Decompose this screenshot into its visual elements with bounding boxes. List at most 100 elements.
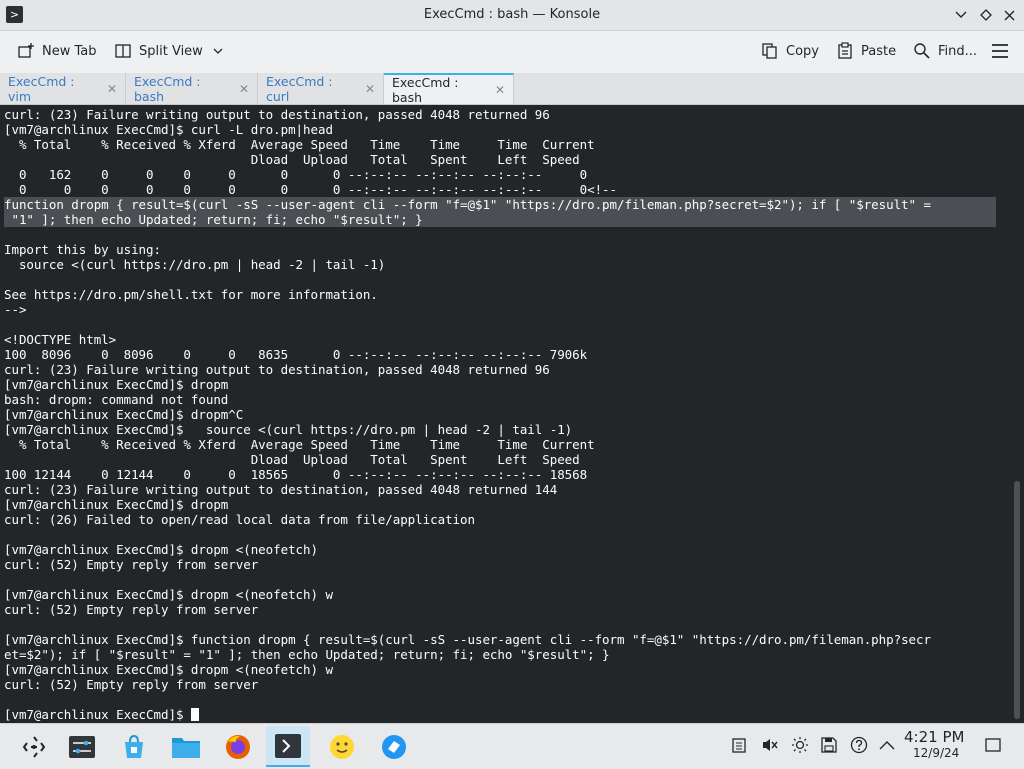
- paste-label: Paste: [861, 43, 897, 59]
- terminal-line-text: curl: (23) Failure writing output to des…: [4, 482, 558, 497]
- terminal-view[interactable]: curl: (23) Failure writing output to des…: [0, 105, 1024, 723]
- terminal-line: [vm7@archlinux ExecCmd]$ function dropm …: [4, 632, 1004, 647]
- terminal-line-text: Import this by using:: [4, 242, 161, 257]
- window-title: ExecCmd : bash — Konsole: [423, 7, 601, 22]
- toolbar: New Tab Split View Copy Paste Find...: [0, 31, 1024, 73]
- terminal-line-text: source <(curl https://dro.pm | head -2 |…: [4, 257, 386, 272]
- terminal-line-text: bash: dropm: command not found: [4, 392, 229, 407]
- clipboard-icon[interactable]: [730, 736, 748, 754]
- terminal-line: -->: [4, 302, 1004, 317]
- terminal-line-text: curl: (23) Failure writing output to des…: [4, 107, 550, 122]
- terminal-line: [vm7@archlinux ExecCmd]$ source <(curl h…: [4, 422, 1004, 437]
- network-tool-icon[interactable]: [372, 726, 416, 767]
- terminal-line: Import this by using:: [4, 242, 1004, 257]
- tab-execcmd-vim[interactable]: ExecCmd : vim ✕: [0, 73, 126, 104]
- terminal-line: <!DOCTYPE html>: [4, 332, 1004, 347]
- brightness-icon[interactable]: [791, 736, 809, 754]
- terminal-line: See https://dro.pm/shell.txt for more in…: [4, 287, 1004, 302]
- terminal-line-text: 100 12144 0 12144 0 0 18565 0 --:--:-- -…: [4, 467, 588, 482]
- close-tab-icon[interactable]: ✕: [365, 82, 375, 96]
- terminal-line: [vm7@archlinux ExecCmd]$ dropm <(neofetc…: [4, 587, 1004, 602]
- tab-execcmd-bash[interactable]: ExecCmd : bash ✕: [126, 73, 258, 104]
- hamburger-menu-icon[interactable]: [990, 39, 1010, 63]
- copy-label: Copy: [786, 43, 819, 59]
- terminal-line-text: [vm7@archlinux ExecCmd]$ function dropm …: [4, 632, 931, 647]
- terminal-line-text: 0 162 0 0 0 0 0 0 --:--:-- --:--:-- --:-…: [4, 167, 588, 182]
- split-view-icon: [113, 41, 133, 61]
- find-button[interactable]: Find...: [912, 39, 977, 63]
- terminal-line: [vm7@archlinux ExecCmd]$ dropm <(neofetc…: [4, 542, 1004, 557]
- copy-button[interactable]: Copy: [760, 39, 819, 63]
- terminal-line-text: % Total % Received % Xferd Average Speed…: [4, 437, 595, 452]
- terminal-line-text: curl: (26) Failed to open/read local dat…: [4, 512, 475, 527]
- terminal-line-text: curl: (52) Empty reply from server: [4, 557, 259, 572]
- close-tab-icon[interactable]: ✕: [107, 82, 117, 96]
- paste-button[interactable]: Paste: [835, 39, 896, 63]
- terminal-line: 100 12144 0 12144 0 0 18565 0 --:--:-- -…: [4, 467, 1004, 482]
- terminal-line: curl: (26) Failed to open/read local dat…: [4, 512, 1004, 527]
- terminal-line-text: [vm7@archlinux ExecCmd]$ source <(curl h…: [4, 422, 573, 437]
- terminal-line-text: [vm7@archlinux ExecCmd]$ dropm: [4, 377, 229, 392]
- find-label: Find...: [938, 43, 978, 59]
- minimize-icon[interactable]: [952, 6, 970, 24]
- system-settings-icon[interactable]: [60, 726, 104, 767]
- konsole-icon[interactable]: [266, 726, 310, 767]
- terminal-line: curl: (23) Failure writing output to des…: [4, 362, 1004, 377]
- terminal-line: curl: (52) Empty reply from server: [4, 557, 1004, 572]
- new-tab-icon: [16, 41, 36, 61]
- tab-label: ExecCmd : curl: [266, 73, 333, 104]
- search-icon: [912, 41, 932, 61]
- terminal-line: % Total % Received % Xferd Average Speed…: [4, 137, 1004, 152]
- show-hidden-icon[interactable]: [878, 736, 896, 754]
- terminal-line: Dload Upload Total Spent Left Speed: [4, 152, 1004, 167]
- taskbar: 4:21 PM 12/9/24: [0, 723, 1024, 769]
- split-view-button[interactable]: Split View: [113, 39, 223, 63]
- tab-execcmd-curl[interactable]: ExecCmd : curl ✕: [258, 73, 384, 104]
- terminal-line-text: curl: (52) Empty reply from server: [4, 602, 259, 617]
- terminal-line-text: -->: [4, 302, 27, 317]
- tab-execcmd-bash-active[interactable]: ExecCmd : bash ✕: [384, 73, 514, 105]
- terminal-line: "1" ]; then echo Updated; return; fi; ec…: [4, 212, 996, 227]
- firefox-icon[interactable]: [216, 726, 260, 767]
- help-icon[interactable]: [850, 736, 868, 754]
- emoji-icon[interactable]: [320, 726, 364, 767]
- tab-bar: ExecCmd : vim ✕ ExecCmd : bash ✕ ExecCmd…: [0, 73, 1024, 105]
- terminal-line-text: [vm7@archlinux ExecCmd]$ dropm^C: [4, 407, 244, 422]
- terminal-line: curl: (23) Failure writing output to des…: [4, 482, 1004, 497]
- volume-muted-icon[interactable]: [761, 736, 779, 754]
- terminal-line: 100 8096 0 8096 0 0 8635 0 --:--:-- --:-…: [4, 347, 1004, 362]
- scrollbar[interactable]: [1014, 107, 1020, 721]
- discover-store-icon[interactable]: [112, 726, 156, 767]
- maximize-icon[interactable]: [977, 6, 995, 24]
- terminal-line-text: 100 8096 0 8096 0 0 8635 0 --:--:-- --:-…: [4, 347, 588, 362]
- scrollbar-thumb[interactable]: [1014, 481, 1020, 719]
- terminal-line: source <(curl https://dro.pm | head -2 |…: [4, 257, 1004, 272]
- close-tab-icon[interactable]: ✕: [239, 82, 249, 96]
- new-tab-button[interactable]: New Tab: [16, 39, 97, 63]
- title-bar[interactable]: > ExecCmd : bash — Konsole: [0, 0, 1024, 31]
- chevron-down-icon[interactable]: [213, 44, 223, 59]
- paste-icon: [835, 41, 855, 61]
- app-launcher-icon[interactable]: [12, 726, 56, 767]
- storage-icon[interactable]: [820, 736, 838, 754]
- clock-date[interactable]: 12/9/24: [913, 746, 959, 760]
- clock-time[interactable]: 4:21 PM: [904, 728, 964, 746]
- file-manager-icon[interactable]: [164, 726, 208, 767]
- terminal-line-text: et=$2"); if [ "$result" = "1" ]; then ec…: [4, 647, 610, 662]
- terminal-line: curl: (52) Empty reply from server: [4, 677, 1004, 692]
- copy-icon: [760, 41, 780, 61]
- terminal-line: Dload Upload Total Spent Left Speed: [4, 452, 1004, 467]
- terminal-line-text: [vm7@archlinux ExecCmd]$ dropm: [4, 497, 229, 512]
- close-tab-icon[interactable]: ✕: [495, 83, 505, 97]
- terminal-line-text: function dropm { result=$(curl -sS --use…: [4, 197, 931, 212]
- close-icon[interactable]: [1000, 6, 1018, 24]
- tab-label: ExecCmd : vim: [8, 73, 75, 104]
- terminal-output[interactable]: curl: (23) Failure writing output to des…: [4, 107, 1004, 722]
- show-desktop-icon[interactable]: [984, 736, 1002, 754]
- terminal-line-text: Dload Upload Total Spent Left Speed: [4, 452, 580, 467]
- terminal-line: [vm7@archlinux ExecCmd]$ dropm^C: [4, 407, 1004, 422]
